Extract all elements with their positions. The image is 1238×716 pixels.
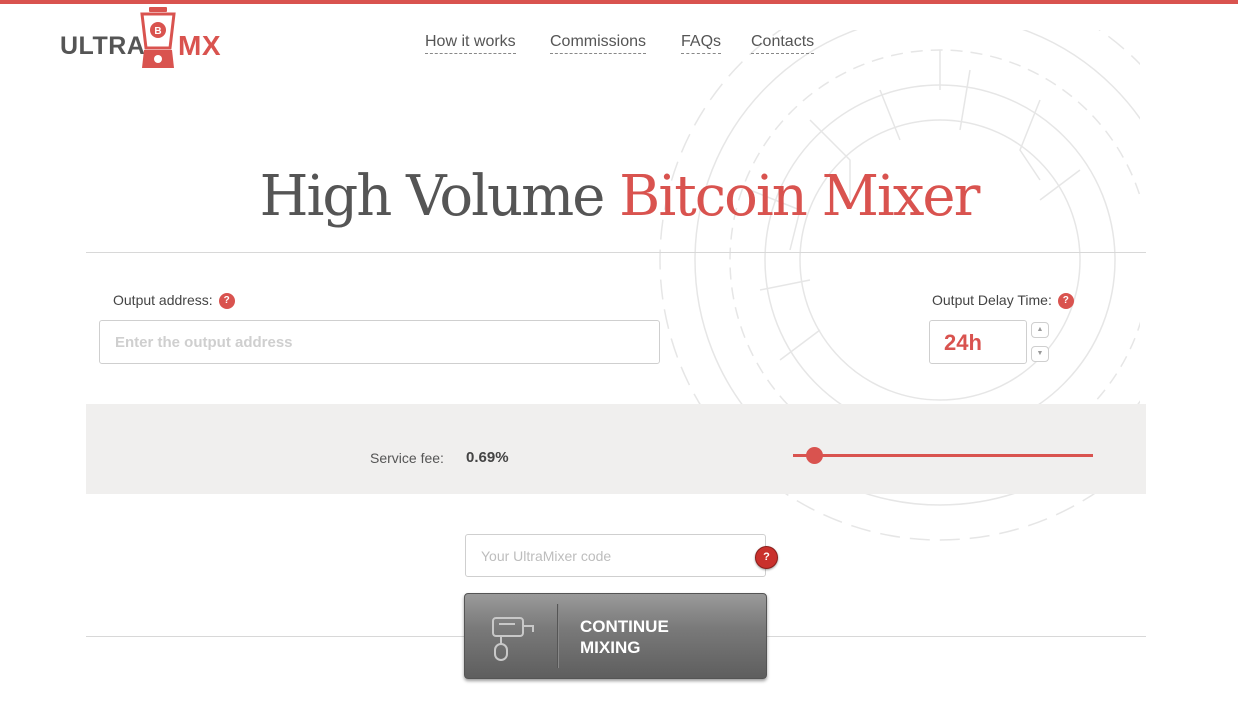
output-address-input[interactable] [99, 320, 660, 364]
continue-label-line2: MIXING [580, 638, 641, 657]
spin-up-icon[interactable]: ▲ [1031, 322, 1049, 338]
nav-faqs[interactable]: FAQs [681, 33, 722, 54]
service-fee-label: Service fee: [370, 450, 444, 466]
continue-mixing-button[interactable]: CONTINUE MIXING [464, 593, 767, 679]
spin-down-icon[interactable]: ▼ [1031, 346, 1049, 362]
mixer-icon [492, 617, 534, 661]
nav-commissions[interactable]: Commissions [550, 33, 647, 54]
top-accent-bar [0, 0, 1238, 4]
help-icon[interactable]: ? [1057, 293, 1074, 310]
nav-contacts[interactable]: Contacts [751, 33, 815, 54]
delay-time-field[interactable]: 24h [929, 320, 1027, 364]
continue-label: CONTINUE MIXING [580, 616, 700, 658]
output-address-label-row: Output address:? [113, 292, 235, 310]
background-circuit-decoration [659, 30, 1140, 541]
ultramixer-code-input[interactable] [465, 534, 766, 577]
header-divider [86, 252, 1146, 253]
help-icon[interactable]: ? [218, 293, 235, 310]
main-nav: How it works Commissions FAQs Contacts [0, 33, 1238, 57]
nav-how-it-works[interactable]: How it works [425, 33, 516, 54]
continue-label-line1: CONTINUE [580, 617, 669, 636]
help-icon[interactable]: ? [755, 546, 778, 569]
service-fee-panel: Service fee: 0.69% [86, 404, 1146, 494]
delay-label-row: Output Delay Time:? [932, 292, 1074, 310]
page-title: High Volume Bitcoin Mixer [0, 162, 1238, 232]
title-part-dark: High Volume [259, 164, 606, 229]
title-part-red: Bitcoin Mixer [619, 164, 980, 229]
fee-slider-handle[interactable] [805, 447, 823, 464]
service-fee-value: 0.69% [466, 449, 509, 466]
delay-label: Output Delay Time: [932, 292, 1052, 308]
output-address-label: Output address: [113, 292, 213, 308]
fee-slider-track[interactable] [793, 454, 1093, 457]
button-divider [557, 604, 559, 668]
